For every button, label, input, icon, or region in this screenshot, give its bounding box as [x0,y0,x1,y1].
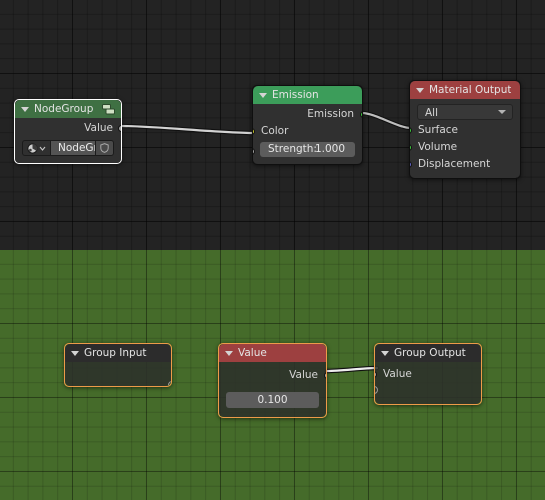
input-socket-label: Value [383,368,412,380]
emission-strength-value[interactable]: 1.000 [315,142,345,157]
node-value-header[interactable]: Value [219,344,326,362]
node-material-output-body: All Surface Volume Displacement [410,99,520,178]
input-socket-volume[interactable] [410,144,412,151]
node-nodegroup-output-value[interactable]: Value [15,120,121,137]
node-material-output-header[interactable]: Material Output [410,81,520,99]
node-emission-input-color[interactable]: Color [253,123,362,140]
node-material-output-input-surface[interactable]: Surface [410,122,520,139]
node-group-input-header[interactable]: Group Input [65,344,171,362]
value-number-value[interactable]: 0.100 [257,394,287,406]
input-socket-label: Displacement [418,158,491,170]
node-group-output-header[interactable]: Group Output [375,344,481,362]
node-emission-body: Emission Color Strength: 1.000 [253,104,362,164]
value-number-field[interactable]: 0.100 [226,392,319,408]
output-socket-virtual[interactable] [168,381,171,386]
collapse-triangle-icon[interactable] [381,350,389,356]
input-socket-label: Color [261,125,289,137]
material-output-target-value: All [425,107,439,119]
input-socket-value[interactable] [375,371,377,378]
material-output-target-dropdown[interactable]: All [417,104,513,120]
node-emission-title: Emission [272,89,319,101]
input-socket-virtual[interactable] [375,386,378,394]
node-group-input[interactable]: Group Input [64,343,172,387]
node-value-output-value[interactable]: Value [219,367,326,384]
node-group-output-input-value[interactable]: Value [375,366,481,383]
node-group-input-body [65,362,171,386]
input-socket-label: Volume [418,141,458,153]
collapse-triangle-icon[interactable] [225,350,233,356]
shader-node-editor[interactable]: NodeGroup Value NodeG Emission Emission … [0,0,545,500]
node-material-output-input-volume[interactable]: Volume [410,139,520,156]
output-socket-label: Value [84,122,113,134]
node-emission-output-emission[interactable]: Emission [253,106,362,123]
node-value-body: Value 0.100 [219,362,326,417]
node-group-input-title: Group Input [84,347,147,359]
node-nodegroup-body: Value NodeGroup [15,118,121,163]
node-value[interactable]: Value Value 0.100 [218,343,327,418]
input-socket-color[interactable] [253,128,255,135]
input-socket-surface[interactable] [410,127,412,134]
input-socket-strength[interactable] [253,148,255,155]
input-socket-label: Surface [418,124,459,136]
node-group-output[interactable]: Group Output Value [374,343,482,405]
emission-strength-label: Strength: [268,143,317,155]
node-nodegroup-title: NodeGroup [34,103,94,115]
node-group-output-input-virtual[interactable] [375,383,481,394]
node-value-title: Value [238,347,267,359]
node-emission[interactable]: Emission Emission Color Strength: 1.000 [252,85,363,165]
chevron-down-icon [498,110,506,114]
node-material-output-title: Material Output [429,84,512,96]
output-socket-label: Emission [307,108,354,120]
node-nodegroup-header[interactable]: NodeGroup [15,100,121,118]
output-socket-label: Value [289,369,318,381]
chevron-down-icon[interactable] [39,145,46,152]
node-material-output-input-displacement[interactable]: Displacement [410,156,520,173]
output-socket-value[interactable] [324,372,326,379]
node-group-edit-icon[interactable] [102,103,115,115]
collapse-triangle-icon[interactable] [259,92,267,98]
node-material-output[interactable]: Material Output All Surface Volume Displ… [409,80,521,179]
node-group-output-title: Group Output [394,347,466,359]
node-nodegroup[interactable]: NodeGroup Value NodeG [14,99,122,164]
node-group-output-body: Value [375,362,481,404]
nodetree-icon[interactable] [22,140,51,156]
node-emission-header[interactable]: Emission [253,86,362,104]
nodegroup-datablock-selector[interactable]: NodeGroup [22,140,114,156]
shield-icon[interactable] [95,140,114,156]
collapse-triangle-icon[interactable] [71,350,79,356]
node-group-input-output-virtual[interactable] [65,362,171,386]
collapse-triangle-icon[interactable] [416,87,424,93]
collapse-triangle-icon[interactable] [21,106,29,112]
output-socket-emission[interactable] [360,111,362,118]
nodegroup-datablock-name[interactable]: NodeGroup [51,140,95,156]
emission-strength-field[interactable]: Strength: 1.000 [260,142,355,157]
output-socket-value[interactable] [118,125,121,132]
input-socket-displacement[interactable] [410,161,412,168]
